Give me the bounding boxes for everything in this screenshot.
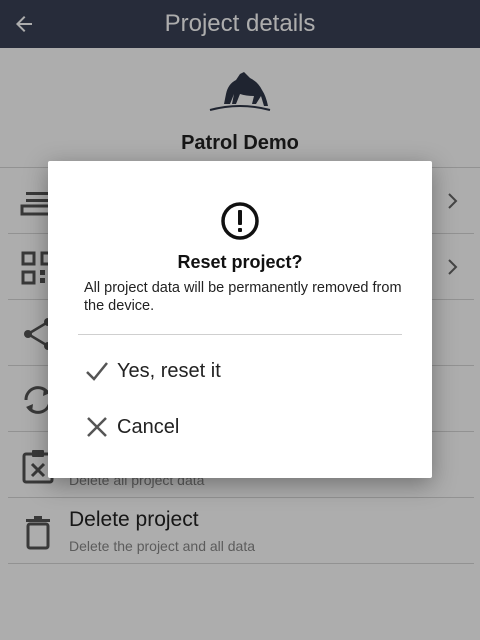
alert-circle-icon (221, 202, 259, 240)
cancel-button[interactable]: Cancel (78, 405, 402, 449)
confirm-label: Yes, reset it (117, 359, 221, 382)
dialog-title: Reset project? (177, 252, 303, 272)
check-icon (82, 356, 112, 386)
dialog-divider (78, 334, 402, 335)
cancel-label: Cancel (117, 415, 180, 438)
close-icon (82, 412, 112, 442)
dialog-message: All project data will be permanently rem… (84, 280, 402, 314)
reset-project-dialog: Reset project? All project data will be … (48, 161, 432, 478)
confirm-reset-button[interactable]: Yes, reset it (78, 349, 402, 393)
